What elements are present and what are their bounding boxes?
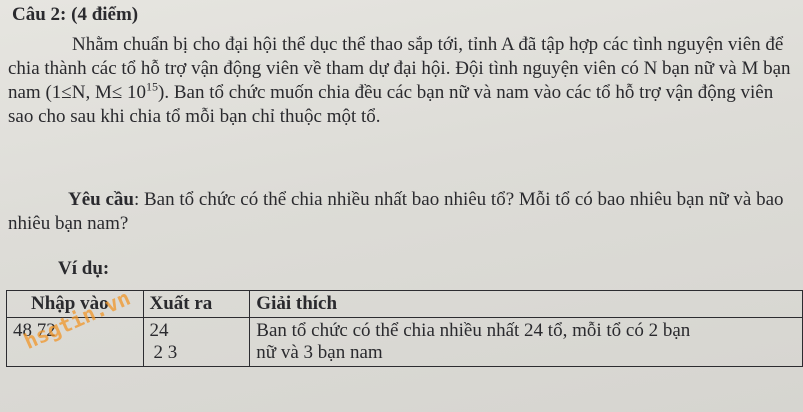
requirement: Yêu cầu: Ban tổ chức có thể chia nhiều n… xyxy=(8,188,798,236)
output-line-1: 24 xyxy=(149,320,169,341)
output-line-2: 2 3 xyxy=(153,342,178,363)
cell-explanation: Ban tổ chức có thể chia nhiều nhất 24 tổ… xyxy=(249,317,803,367)
header-explanation: Giải thích xyxy=(249,290,803,318)
example-label: Ví dụ: xyxy=(58,258,110,279)
explanation-line-2: nữ và 3 bạn nam xyxy=(256,342,383,363)
question-title: Câu 2: (4 điểm) xyxy=(12,4,139,25)
table-row: 48 72 24 2 3 Ban tổ chức có thể chia nhi… xyxy=(6,317,803,367)
header-input: Nhập vào xyxy=(6,290,144,318)
cell-input: 48 72 xyxy=(6,317,144,367)
explanation-line-1: Ban tổ chức có thể chia nhiều nhất 24 tổ… xyxy=(256,320,691,341)
exponent: 15 xyxy=(146,79,159,94)
document-page: Câu 2: (4 điểm) Nhằm chuẩn bị cho đại hộ… xyxy=(0,0,803,412)
example-table: Nhập vào Xuất ra Giải thích 48 72 24 2 3… xyxy=(6,290,803,367)
requirement-label: Yêu cầu xyxy=(68,189,134,210)
header-output: Xuất ra xyxy=(142,290,251,318)
problem-statement: Nhằm chuẩn bị cho đại hội thể dục thể th… xyxy=(8,33,798,129)
table-header-row: Nhập vào Xuất ra Giải thích xyxy=(6,290,803,318)
cell-output: 24 2 3 xyxy=(142,317,251,367)
